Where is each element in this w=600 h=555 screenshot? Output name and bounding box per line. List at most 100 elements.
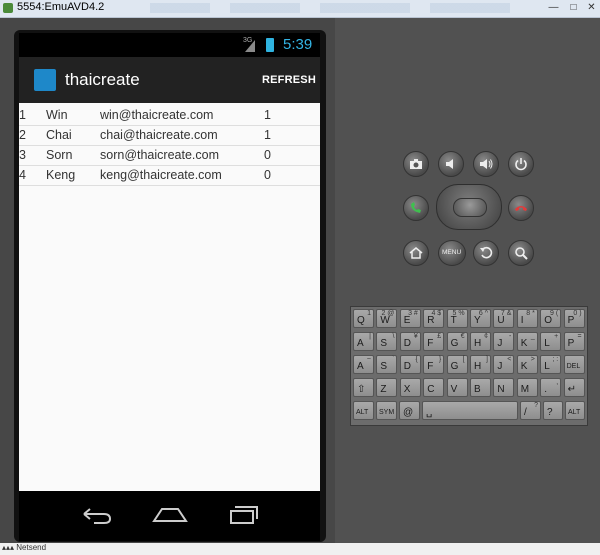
key-f[interactable]: F £ (423, 332, 445, 351)
key-at[interactable]: @ (399, 401, 420, 420)
key-j[interactable]: J < (493, 355, 515, 374)
search-hardware-button[interactable] (508, 240, 534, 266)
power-icon (515, 158, 527, 171)
key-b[interactable]: B (470, 378, 491, 397)
key-n[interactable]: N (493, 378, 515, 397)
back-hardware-button[interactable] (473, 240, 499, 266)
recent-apps-icon[interactable] (225, 501, 265, 527)
key-e[interactable]: E3 # (399, 309, 421, 328)
key-t[interactable]: T5 % (446, 309, 468, 328)
key-l[interactable]: L; : (540, 355, 562, 374)
key-label: . (544, 384, 547, 395)
key-g[interactable]: G[ (446, 355, 468, 374)
key-label: P (567, 338, 575, 349)
key-label: ␣ (426, 407, 433, 418)
key-alt-label: = (577, 333, 582, 340)
key-o[interactable]: O9 ( (540, 309, 562, 328)
key-j[interactable]: J- (493, 332, 515, 351)
list-item[interactable]: 4 Keng keng@thaicreate.com 0 (19, 166, 320, 186)
key-u[interactable]: U7 & (493, 309, 515, 328)
key-i[interactable]: I8 * (516, 309, 538, 328)
key-h[interactable]: H ¢ (470, 332, 491, 351)
key-d[interactable]: D{ (399, 355, 421, 374)
key-v[interactable]: V (446, 378, 468, 397)
row-count: 1 (264, 108, 271, 122)
key-label: G (450, 361, 459, 372)
key-alt-right[interactable]: ALT (565, 401, 585, 420)
row-email: keng@thaicreate.com (100, 168, 222, 182)
key-l[interactable]: L + (540, 332, 562, 351)
key-x[interactable]: X (399, 378, 421, 397)
list-item[interactable]: 2 Chai chai@thaicreate.com 1 (19, 126, 320, 146)
key-del[interactable]: DEL (563, 355, 585, 374)
key-alt-label: 0 ) (573, 310, 582, 317)
key-alt-left[interactable]: ALT (353, 401, 374, 420)
key-p[interactable]: P0 ) (563, 309, 585, 328)
window-title: 5554:EmuAVD4.2 (17, 1, 105, 13)
home-hardware-button[interactable] (403, 240, 429, 266)
key-label: V (450, 384, 458, 395)
row-name: Chai (46, 128, 72, 142)
key-sym[interactable]: SYM (376, 401, 397, 420)
key-question[interactable]: ? (543, 401, 563, 420)
key-space[interactable]: ␣ (422, 401, 518, 420)
key-h[interactable]: H] (470, 355, 491, 374)
key-⇧[interactable]: ⇧ (353, 378, 374, 397)
maximize-icon[interactable]: □ (568, 3, 579, 13)
hardware-keyboard: Q1W2 @ E 3 # R 4 $ T 5 % Y 6 ^ U 7 & I 8 * O 9 (P 0 ) A |… (350, 306, 588, 426)
key-k[interactable]: K _ (516, 332, 538, 351)
key-.[interactable]: ., (540, 378, 562, 397)
key-alt-label: 5 % (452, 310, 465, 317)
menu-label: MENU (442, 249, 462, 256)
key-alt-label: ] (486, 356, 488, 363)
end-call-button[interactable] (508, 195, 534, 221)
call-button[interactable] (403, 195, 429, 221)
key-y[interactable]: Y6 ^ (470, 309, 491, 328)
battery-icon (266, 38, 274, 52)
minimize-icon[interactable]: — (548, 3, 559, 13)
menu-button[interactable]: MENU (438, 240, 466, 266)
key-c[interactable]: C (423, 378, 445, 397)
key-s[interactable]: S ` (376, 355, 398, 374)
key-s[interactable]: S \ (376, 332, 398, 351)
key-label: D (403, 338, 412, 349)
key-alt-label: 2 @ (381, 310, 395, 317)
key-k[interactable]: K > (516, 355, 538, 374)
status-clock: 5:39 (283, 36, 313, 53)
key-z[interactable]: Z (376, 378, 398, 397)
key-slash[interactable]: /? (520, 401, 541, 420)
list-item[interactable]: 1 Win win@thaicreate.com 1 (19, 106, 320, 126)
key-alt-label: 6 ^ (478, 310, 488, 317)
key-r[interactable]: R4 $ (423, 309, 445, 328)
key-label: ALT (356, 409, 369, 416)
key-a[interactable]: A | (353, 332, 374, 351)
key-↵[interactable]: ↵ (563, 378, 585, 397)
dpad-center-button[interactable] (453, 198, 487, 217)
key-label: DEL (566, 363, 581, 370)
close-icon[interactable]: ✕ (586, 3, 597, 13)
key-w[interactable]: W2 @ (376, 309, 398, 328)
key-f[interactable]: F} (423, 355, 445, 374)
key-label: ? (547, 407, 553, 418)
refresh-button[interactable]: REFRESH (262, 74, 316, 86)
app-icon (34, 69, 56, 91)
key-d[interactable]: D ¥ (399, 332, 421, 351)
key-alt-label: 8 * (526, 310, 535, 317)
key-label: D (403, 361, 412, 372)
volume-up-button[interactable] (473, 151, 499, 177)
power-button[interactable] (508, 151, 534, 177)
key-a[interactable]: A ~ (353, 355, 374, 374)
key-g[interactable]: G € (446, 332, 468, 351)
key-p[interactable]: P = (563, 332, 585, 351)
row-email: sorn@thaicreate.com (100, 148, 219, 162)
dpad[interactable] (436, 184, 502, 230)
list-item[interactable]: 3 Sorn sorn@thaicreate.com 0 (19, 146, 320, 166)
camera-button[interactable] (403, 151, 429, 177)
home-icon[interactable] (150, 501, 190, 527)
key-label: L (544, 338, 550, 349)
key-label: Q (357, 315, 365, 326)
volume-down-button[interactable] (438, 151, 464, 177)
key-m[interactable]: M (516, 378, 538, 397)
key-q[interactable]: Q1 (353, 309, 374, 328)
back-icon[interactable] (76, 501, 116, 527)
